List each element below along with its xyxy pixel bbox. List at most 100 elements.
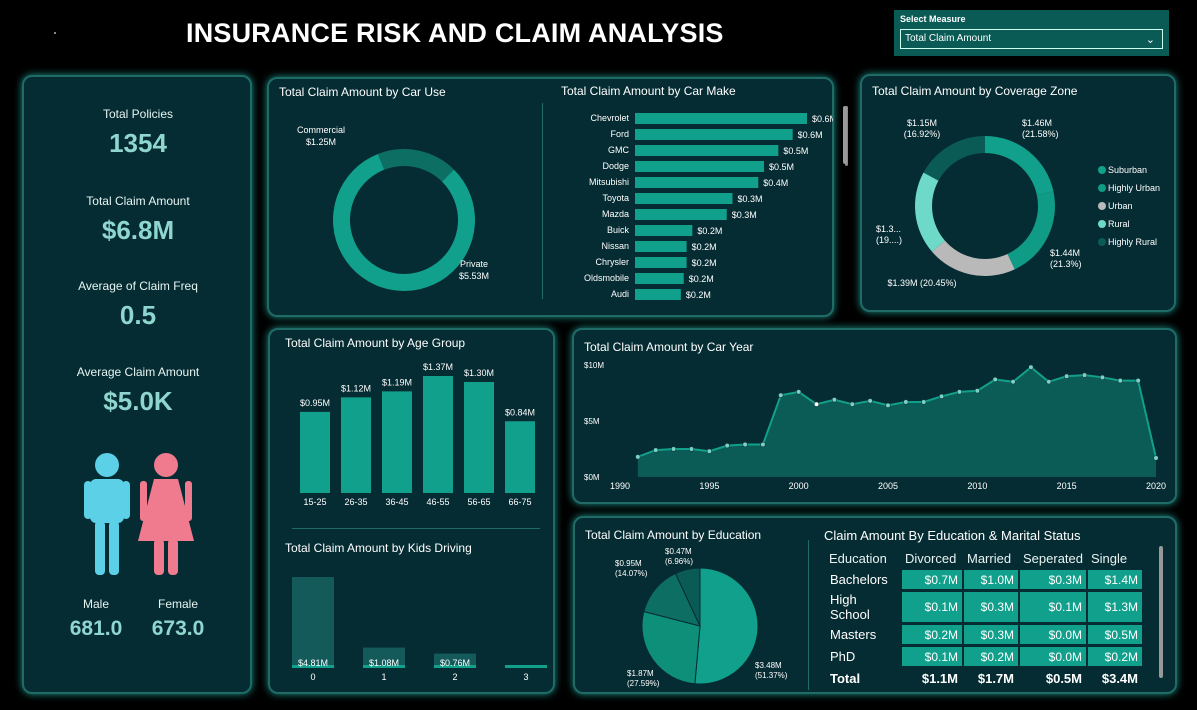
y-tick-label: $5M — [584, 417, 600, 426]
table-scrollbar[interactable] — [1159, 546, 1163, 678]
column-header[interactable]: Education — [826, 549, 900, 567]
chevron-down-icon: ⌄ — [1145, 34, 1155, 46]
column-header[interactable]: Seperated — [1020, 549, 1086, 567]
bar-category-label: Mazda — [602, 209, 629, 219]
bar-value-label: $0.2M — [692, 258, 717, 268]
table-cell: $0.0M — [1020, 625, 1086, 644]
avg-claim-freq-value: 0.5 — [119, 300, 157, 330]
data-point — [1117, 378, 1123, 384]
bar — [635, 209, 727, 220]
slice-label: $1.3... (19....) — [876, 224, 902, 245]
bar-category-label: 15-25 — [303, 497, 326, 507]
education-panel: Total Claim Amount by Education $3.48M (5… — [573, 516, 1177, 694]
donut-slice — [932, 240, 1015, 276]
bar-value-label: $0.2M — [697, 226, 722, 236]
bar — [635, 257, 687, 268]
bar-value-label: $0.6M — [812, 114, 833, 124]
divider — [292, 528, 540, 529]
legend-marker — [1098, 166, 1106, 174]
avg-claim-amount-value: $5.0K — [103, 386, 173, 416]
x-tick-label: 2010 — [967, 481, 987, 491]
data-point — [1028, 364, 1034, 370]
car-make-scrollbar[interactable] — [843, 106, 847, 164]
column-header[interactable]: Divorced — [902, 549, 962, 567]
measure-dropdown-value: Total Claim Amount — [905, 33, 992, 44]
row-label: Masters — [830, 627, 877, 642]
table-row: Masters $0.2M $0.3M $0.0M $0.5M — [826, 625, 1142, 644]
x-tick-label: 2015 — [1057, 481, 1077, 491]
bar-category-label: 2 — [452, 672, 457, 682]
x-tick-label: 2020 — [1146, 481, 1166, 491]
page-title: INSURANCE RISK AND CLAIM ANALYSIS — [186, 18, 724, 48]
bar-category-label: 26-35 — [344, 497, 367, 507]
donut-slice — [923, 136, 985, 181]
female-icon — [138, 453, 194, 575]
column-header[interactable]: Married — [964, 549, 1018, 567]
data-point — [1064, 373, 1070, 379]
x-tick-label: 2005 — [878, 481, 898, 491]
bar — [635, 225, 693, 236]
donut-slice — [1007, 191, 1055, 270]
total-policies-label: Total Policies — [102, 107, 174, 121]
bar-category-label: Nissan — [601, 241, 629, 251]
data-point — [670, 446, 677, 452]
age-kids-panel: Total Claim Amount by Age Group $0.95M 15… — [268, 328, 555, 694]
edu-marital-title: Claim Amount By Education & Marital Stat… — [824, 528, 1081, 543]
car-use-make-panel: Total Claim Amount by Car Use Total Clai… — [267, 77, 848, 317]
data-point — [1046, 379, 1052, 385]
row-label: PhD — [830, 649, 856, 664]
table-cell: $0.1M — [1020, 592, 1086, 622]
table-row: PhD $0.1M $0.2M $0.0M $0.2M — [826, 647, 1142, 666]
bar-value-label: $0.3M — [732, 210, 757, 220]
bar-baseline — [505, 665, 547, 668]
measure-dropdown[interactable]: Total Claim Amount ⌄ — [900, 29, 1163, 49]
pie-slice — [694, 567, 759, 685]
data-point — [1153, 455, 1159, 461]
data-point — [688, 446, 695, 452]
data-point — [653, 447, 659, 453]
data-point — [778, 392, 784, 398]
bar-value-label: $1.30M — [464, 368, 494, 378]
bar — [635, 177, 759, 188]
legend-label: Suburban — [1108, 165, 1147, 175]
male-value: 681.0 — [69, 617, 123, 640]
data-point — [706, 448, 712, 454]
bar — [635, 161, 764, 172]
measure-selector: Select Measure Total Claim Amount ⌄ — [894, 10, 1169, 56]
table-cell: $0.3M — [964, 592, 1018, 622]
bar-category-label: Oldsmobile — [584, 273, 629, 283]
bar-category-label: Dodge — [602, 161, 629, 171]
car-year-panel: Total Claim Amount by Car Year $0M $5M $10… — [572, 328, 1177, 504]
divider — [542, 103, 543, 299]
bar-value-label: $1.08M — [369, 658, 399, 668]
slice-label: Commercial $1.25M — [297, 125, 345, 147]
data-point — [974, 388, 980, 394]
legend-label: Rural — [1108, 219, 1130, 229]
slice-label: $0.95M (14.07%) — [615, 559, 648, 578]
slice-label: $3.48M (51.37%) — [755, 661, 788, 680]
table-cell: $1.0M — [964, 570, 1018, 589]
car-make-chart: Chevrolet $0.6M Ford $0.6M GMC $0.5M Dodge $0.5… — [584, 113, 833, 300]
bar-value-label: $0.4M — [763, 178, 788, 188]
bar — [635, 193, 733, 204]
bar-value-label: $0.2M — [692, 242, 717, 252]
bar-value-label: $1.19M — [382, 377, 412, 387]
legend-label: Highly Urban — [1108, 183, 1160, 193]
data-point — [1135, 378, 1141, 384]
bar-value-label: $0.5M — [783, 146, 808, 156]
divider — [808, 540, 809, 690]
column-header[interactable]: Single — [1088, 549, 1142, 567]
table-cell: $0.3M — [964, 625, 1018, 644]
bar — [635, 241, 687, 252]
bar-category-label: Mitsubishi — [589, 177, 629, 187]
donut-slice — [333, 153, 475, 291]
bar-category-label: Toyota — [602, 193, 629, 203]
x-tick-label: 1990 — [610, 481, 630, 491]
bar-value-label: $0.95M — [300, 398, 330, 408]
car-use-chart: Commercial $1.25M Private $5.53M — [297, 125, 489, 291]
table-row: Bachelors $0.7M $1.0M $0.3M $1.4M — [826, 570, 1142, 589]
data-point — [885, 402, 891, 408]
table-cell: $0.5M — [1045, 671, 1082, 686]
data-point — [921, 399, 927, 405]
total-policies-value: 1354 — [109, 128, 167, 158]
